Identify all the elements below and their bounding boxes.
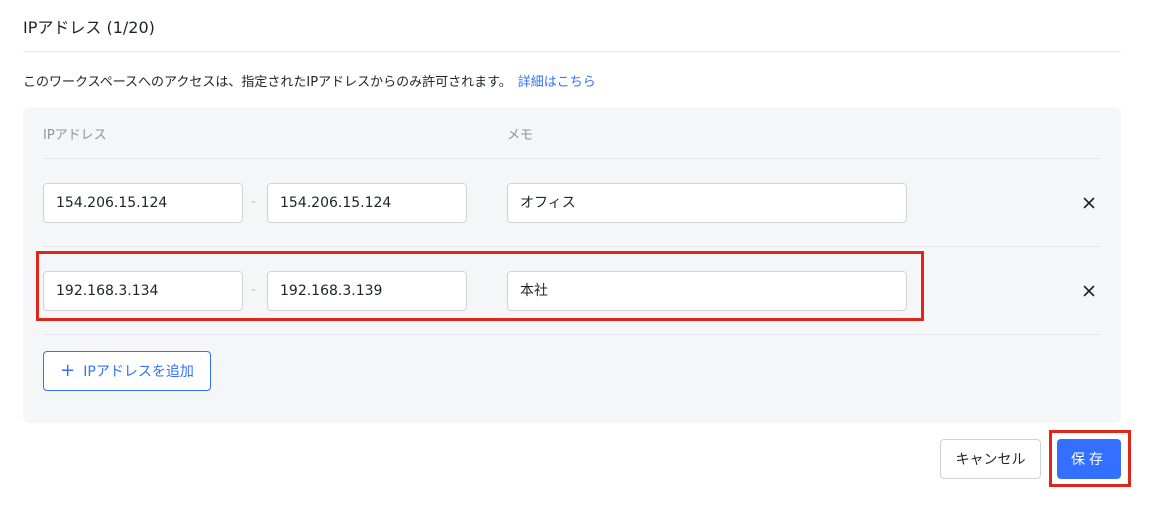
ip-end-input[interactable]: 154.206.15.124 xyxy=(267,183,467,223)
cancel-button[interactable]: キャンセル xyxy=(940,439,1041,479)
close-icon[interactable] xyxy=(1081,195,1097,211)
row-divider xyxy=(43,334,1101,335)
memo-input[interactable]: 本社 xyxy=(507,271,907,311)
description: このワークスペースへのアクセスは、指定されたIPアドレスからのみ許可されます。詳… xyxy=(23,71,596,90)
add-ip-button[interactable]: + IPアドレスを追加 xyxy=(43,351,211,391)
learn-more-link[interactable]: 詳細はこちら xyxy=(518,75,596,90)
range-separator: - xyxy=(251,194,257,210)
ip-start-input[interactable]: 192.168.3.134 xyxy=(43,271,243,311)
ip-start-input[interactable]: 154.206.15.124 xyxy=(43,183,243,223)
header-divider xyxy=(23,51,1121,52)
column-header-ip: IPアドレス xyxy=(43,128,107,143)
row-divider xyxy=(43,246,1101,247)
ip-end-input[interactable]: 192.168.3.139 xyxy=(267,271,467,311)
column-header-memo: メモ xyxy=(507,128,534,143)
close-icon[interactable] xyxy=(1081,283,1097,299)
plus-icon: + xyxy=(60,360,76,381)
save-button[interactable]: 保存 xyxy=(1057,439,1121,479)
range-separator: - xyxy=(251,282,257,298)
memo-input[interactable]: オフィス xyxy=(507,183,907,223)
header-row-divider xyxy=(43,158,1101,159)
add-ip-label: IPアドレスを追加 xyxy=(83,364,194,380)
description-text: このワークスペースへのアクセスは、指定されたIPアドレスからのみ許可されます。 xyxy=(23,75,512,90)
page-title: IPアドレス (1/20) xyxy=(23,18,155,37)
